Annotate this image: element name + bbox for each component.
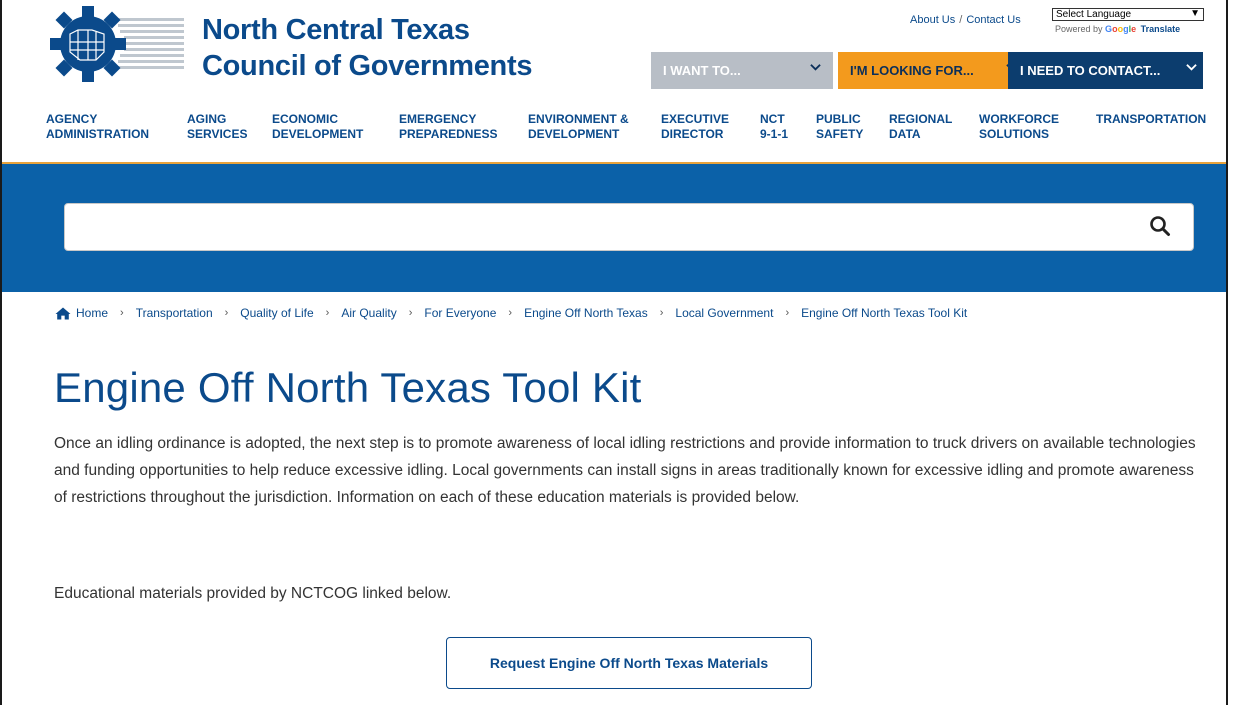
contact-us-link[interactable]: Contact Us xyxy=(966,14,1020,26)
page-frame-left xyxy=(0,0,2,705)
org-name[interactable]: North Central Texas Council of Governmen… xyxy=(202,12,532,84)
breadcrumb-quality-of-life[interactable]: Quality of Life xyxy=(240,306,313,320)
looking-for-button[interactable]: I'M LOOKING FOR... xyxy=(838,52,1031,89)
nav-workforce-solutions[interactable]: WORKFORCE SOLUTIONS xyxy=(979,112,1059,142)
language-select-value: Select Language xyxy=(1056,9,1132,20)
breadcrumb-separator: › xyxy=(659,307,664,319)
nav-aging-services[interactable]: AGING SERVICES xyxy=(187,112,247,142)
nav-label: TRANSPORTATION xyxy=(1096,112,1207,126)
looking-for-label: I'M LOOKING FOR... xyxy=(850,63,974,78)
nav-label: ADMINISTRATION xyxy=(46,127,150,141)
nav-label: AGENCY xyxy=(46,112,98,126)
i-want-to-label: I WANT TO... xyxy=(663,63,741,78)
nav-label: DATA xyxy=(889,127,921,141)
util-separator: / xyxy=(959,14,963,26)
breadcrumb-air-quality[interactable]: Air Quality xyxy=(341,306,396,320)
nav-label: WORKFORCE xyxy=(979,112,1059,126)
nav-label: SOLUTIONS xyxy=(979,127,1050,141)
search-input[interactable] xyxy=(75,212,1135,242)
nav-label: ENVIRONMENT & xyxy=(528,112,629,126)
nav-label: NCT xyxy=(760,112,785,126)
breadcrumb-separator: › xyxy=(120,307,124,319)
breadcrumb-transportation[interactable]: Transportation xyxy=(136,306,213,320)
nav-label: SERVICES xyxy=(187,127,248,141)
breadcrumb-engine-off-north-texas[interactable]: Engine Off North Texas xyxy=(524,306,648,320)
breadcrumb-separator: › xyxy=(508,307,513,319)
google-wordmark: Google xyxy=(1105,24,1137,34)
nav-label: REGIONAL xyxy=(889,112,953,126)
nav-transportation[interactable]: TRANSPORTATION xyxy=(1096,112,1206,127)
breadcrumb-for-everyone[interactable]: For Everyone xyxy=(424,306,496,320)
request-materials-button[interactable]: Request Engine Off North Texas Materials xyxy=(446,637,812,689)
nav-executive-director[interactable]: EXECUTIVE DIRECTOR xyxy=(661,112,729,142)
translate-link[interactable]: Translate xyxy=(1141,24,1181,34)
nav-agency-administration[interactable]: AGENCY ADMINISTRATION xyxy=(46,112,149,142)
nav-label: EMERGENCY xyxy=(399,112,477,126)
breadcrumb-separator: › xyxy=(408,307,413,319)
nav-label: DEVELOPMENT xyxy=(528,127,620,141)
breadcrumb-separator: › xyxy=(224,307,229,319)
breadcrumb-separator: › xyxy=(785,307,790,319)
i-want-to-button[interactable]: I WANT TO... xyxy=(651,52,833,89)
search-icon[interactable] xyxy=(1148,214,1172,240)
need-to-contact-button[interactable]: I NEED TO CONTACT... xyxy=(1008,52,1203,89)
breadcrumb-local-government[interactable]: Local Government xyxy=(675,306,773,320)
nav-label: EXECUTIVE xyxy=(661,112,730,126)
request-materials-label: Request Engine Off North Texas Materials xyxy=(489,655,769,671)
breadcrumb-current-page[interactable]: Engine Off North Texas Tool Kit xyxy=(801,306,967,320)
org-name-line1: North Central Texas xyxy=(202,14,470,46)
nav-label: PUBLIC xyxy=(816,112,861,126)
chevron-down-icon: ▼ xyxy=(1190,8,1200,19)
utility-links: About Us / Contact Us xyxy=(910,14,1021,26)
nctcog-logo-icon[interactable] xyxy=(48,4,186,84)
nav-label: DEVELOPMENT xyxy=(272,127,364,141)
nav-label: DIRECTOR xyxy=(661,127,724,141)
intro-paragraph: Once an idling ordinance is adopted, the… xyxy=(54,435,1196,506)
need-to-contact-label: I NEED TO CONTACT... xyxy=(1020,63,1161,78)
home-icon xyxy=(55,307,71,319)
nav-public-safety[interactable]: PUBLIC SAFETY xyxy=(816,112,863,142)
nav-label: 9-1-1 xyxy=(760,127,789,141)
language-select[interactable]: Select Language ▼ xyxy=(1052,8,1204,21)
chevron-down-icon xyxy=(1186,62,1197,76)
nav-emergency-preparedness[interactable]: EMERGENCY PREPAREDNESS xyxy=(399,112,497,142)
main-nav: AGENCY ADMINISTRATION AGING SERVICES ECONO… xyxy=(46,112,1226,162)
nav-economic-development[interactable]: ECONOMIC DEVELOPMENT xyxy=(272,112,363,142)
materials-note: Educational materials provided by NCTCOG… xyxy=(54,585,452,602)
nav-environment-development[interactable]: ENVIRONMENT & DEVELOPMENT xyxy=(528,112,629,142)
about-us-link[interactable]: About Us xyxy=(910,14,955,26)
chevron-down-icon xyxy=(810,62,821,76)
org-name-line2: Council of Governments xyxy=(202,50,533,82)
nav-label: SAFETY xyxy=(816,127,864,141)
nav-label: PREPAREDNESS xyxy=(399,127,498,141)
nav-label: ECONOMIC xyxy=(272,112,338,126)
nav-label: AGING xyxy=(187,112,227,126)
powered-by-google: Powered by Google Translate xyxy=(1055,24,1180,34)
breadcrumb: Home › Transportation › Quality of Life … xyxy=(55,306,967,320)
powered-by-text: Powered by xyxy=(1055,24,1103,34)
search-box xyxy=(64,203,1194,251)
nav-regional-data[interactable]: REGIONAL DATA xyxy=(889,112,952,142)
page-title: Engine Off North Texas Tool Kit xyxy=(54,364,642,411)
nav-nct-911[interactable]: NCT 9-1-1 xyxy=(760,112,788,142)
breadcrumb-home[interactable]: Home xyxy=(76,306,108,320)
page-frame-right xyxy=(1226,0,1228,705)
breadcrumb-separator: › xyxy=(325,307,330,319)
